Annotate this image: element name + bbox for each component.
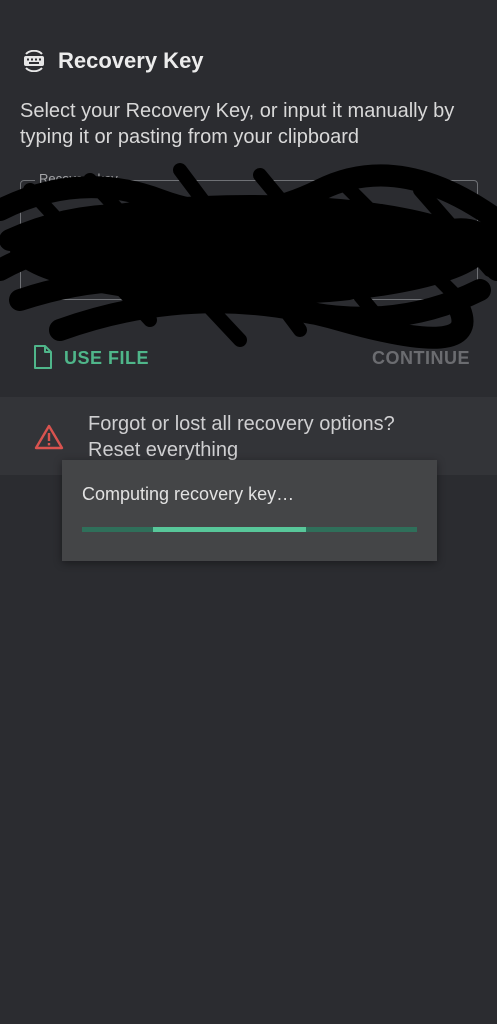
continue-button[interactable]: CONTINUE [372,348,470,369]
warning-text: Forgot or lost all recovery options? Res… [88,411,395,463]
progress-dialog: Computing recovery key… [62,460,437,561]
recovery-key-label: Recovery key [35,171,122,186]
instructions-text: Select your Recovery Key, or input it ma… [20,100,455,148]
file-icon [32,344,56,372]
warning-triangle-icon [34,423,64,451]
header: Recovery Key [20,44,204,78]
progress-bar [82,527,417,532]
use-file-button[interactable]: USE FILE [32,344,149,372]
page-title: Recovery Key [58,48,204,73]
progress-message: Computing recovery key… [82,484,295,504]
use-file-label: USE FILE [64,347,150,368]
warning-line-1: Forgot or lost all recovery options? [88,413,395,435]
actions-row: USE FILE CONTINUE [20,340,478,380]
keyboard-key-icon [20,47,48,75]
recovery-key-input[interactable]: Recovery key [20,171,478,300]
progress-bar-fill [153,527,306,532]
